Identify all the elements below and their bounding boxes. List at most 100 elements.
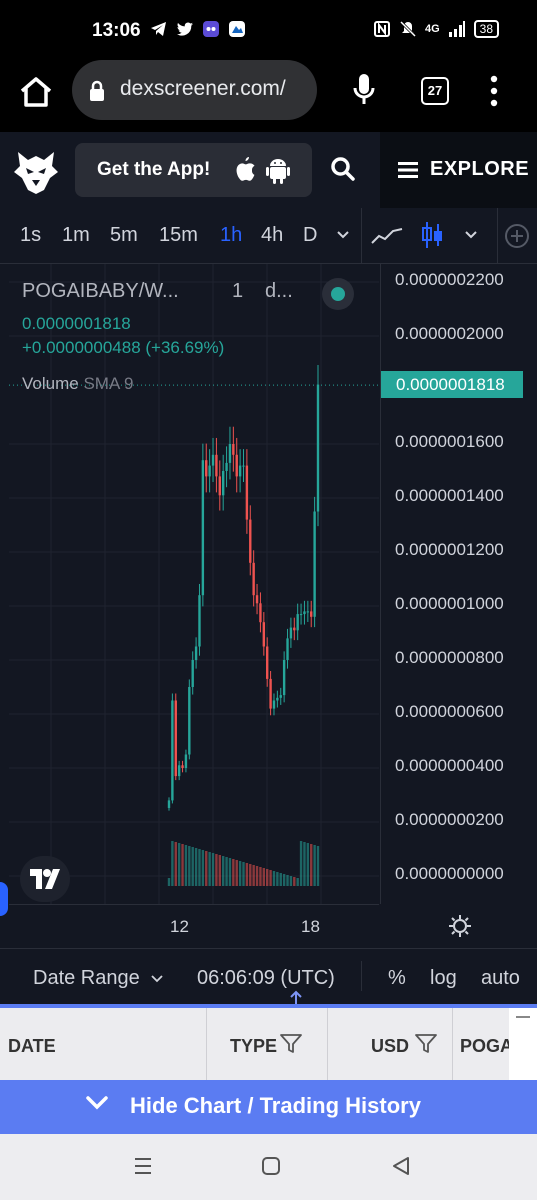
price-tick: 0.0000001600	[395, 432, 504, 451]
bottom-divider	[361, 961, 362, 991]
volume-bar	[252, 865, 255, 886]
tab-switcher-button[interactable]: 27	[421, 77, 449, 105]
price-tick: 0.0000000000	[395, 864, 504, 883]
hide-chart-button[interactable]: Hide Chart / Trading History	[0, 1080, 537, 1134]
explore-button[interactable]: EXPLORE	[380, 132, 537, 208]
timeframe-1d[interactable]: D	[303, 224, 317, 247]
table-scroll-area[interactable]	[509, 1008, 537, 1080]
telegram-icon	[151, 22, 166, 36]
timeframe-4h[interactable]: 4h	[261, 224, 283, 247]
status-bar: 13:06 4G 38	[0, 0, 537, 60]
percent-scale-toggle[interactable]: %	[388, 967, 406, 990]
mute-icon	[399, 20, 417, 38]
search-icon[interactable]	[330, 156, 356, 182]
column-divider	[206, 1008, 207, 1080]
candle-body	[289, 627, 293, 639]
column-usd[interactable]: USD	[371, 1036, 409, 1057]
candle-body	[235, 454, 238, 477]
volume-bar	[188, 846, 191, 886]
hamburger-icon	[398, 162, 418, 178]
price-tick: 0.0000001200	[395, 540, 504, 559]
toolbar-divider	[361, 208, 362, 264]
candle-body	[316, 384, 320, 512]
url-bar[interactable]: dexscreener.com/	[72, 60, 317, 120]
volume-bar	[171, 841, 174, 886]
volume-bar	[194, 848, 198, 886]
utc-clock[interactable]: 06:06:09 (UTC)	[197, 967, 335, 990]
candle-body	[177, 765, 181, 777]
log-scale-toggle[interactable]: log	[430, 967, 457, 990]
timeframe-1h[interactable]: 1h	[220, 224, 242, 247]
candle-body	[266, 646, 269, 679]
price-tick: 0.0000001400	[395, 486, 504, 505]
volume-bar	[262, 868, 266, 886]
volume-sma: SMA 9	[83, 374, 134, 393]
filter-icon[interactable]	[280, 1034, 302, 1054]
home-nav-icon[interactable]	[261, 1156, 281, 1176]
candle-body	[201, 460, 205, 596]
candle-body	[205, 460, 208, 477]
date-range-button[interactable]: Date Range	[33, 967, 163, 990]
timeframe-1s[interactable]: 1s	[20, 224, 41, 247]
drawing-tools-toggle[interactable]	[0, 882, 8, 916]
volume-bar	[198, 849, 201, 886]
volume-label[interactable]: Volume SMA 9	[22, 374, 134, 394]
candle-body	[184, 754, 188, 768]
price-tick: 0.0000002000	[395, 324, 504, 343]
candlestick-icon[interactable]	[421, 220, 445, 250]
candle-body	[249, 519, 252, 563]
volume-bar	[208, 852, 211, 886]
candle-body	[221, 471, 225, 496]
candle-body	[306, 611, 310, 613]
candle-body	[269, 678, 272, 709]
dexscreener-logo-icon[interactable]	[14, 148, 58, 194]
lock-icon	[90, 80, 104, 101]
chart-settings-icon[interactable]	[448, 914, 472, 938]
back-icon[interactable]	[391, 1156, 411, 1176]
candle-body	[252, 562, 255, 596]
android-icon	[266, 159, 290, 184]
volume-bar	[266, 869, 269, 886]
candle-body	[286, 638, 289, 660]
last-price-label: 0.0000001818	[381, 371, 523, 398]
candle-body	[262, 622, 266, 647]
price-tick: 0.0000001000	[395, 594, 504, 613]
recent-apps-icon[interactable]	[133, 1156, 153, 1176]
add-indicator-icon[interactable]	[504, 223, 530, 249]
microphone-icon[interactable]	[350, 72, 378, 108]
volume-bar	[167, 878, 171, 886]
timeframe-5m[interactable]: 5m	[110, 224, 138, 247]
volume-bar	[282, 874, 286, 886]
volume-bar	[303, 842, 306, 886]
price-chart[interactable]	[9, 264, 379, 904]
column-type[interactable]: TYPE	[230, 1036, 277, 1057]
price-axis[interactable]: 0.0000002200 0.0000002000 0.0000001600 0…	[380, 264, 537, 937]
candle-body	[232, 444, 235, 455]
column-token[interactable]: POGA	[460, 1036, 513, 1057]
volume-bar	[181, 844, 184, 886]
chevron-down-icon	[86, 1096, 108, 1110]
scroll-indicator	[516, 1016, 530, 1018]
filter-icon[interactable]	[415, 1034, 437, 1054]
column-date[interactable]: DATE	[8, 1036, 56, 1057]
timeframe-15m[interactable]: 15m	[159, 224, 198, 247]
home-icon[interactable]	[18, 74, 54, 110]
price-tick: 0.0000000200	[395, 810, 504, 829]
get-the-app-button[interactable]: Get the App!	[75, 143, 312, 197]
candle-body	[303, 611, 306, 615]
tradingview-logo[interactable]	[20, 856, 70, 902]
price-tick: 0.0000000400	[395, 756, 504, 775]
chevron-down-icon[interactable]	[336, 230, 350, 240]
candle-body	[194, 646, 198, 660]
auto-scale-toggle[interactable]: auto	[481, 967, 520, 990]
candle-body	[279, 695, 282, 698]
toolbar-divider-2	[497, 208, 498, 264]
chart-type-chevron-icon[interactable]	[464, 230, 478, 240]
time-axis[interactable]: 12 18	[9, 904, 379, 948]
pair-symbol[interactable]: POGAIBABY/W...	[22, 280, 179, 303]
timeframe-1m[interactable]: 1m	[62, 224, 90, 247]
more-menu-icon[interactable]	[484, 74, 504, 108]
chart-bottom-bar: Date Range 06:06:09 (UTC) % log auto	[0, 948, 537, 1004]
volume-bar	[238, 861, 242, 886]
line-chart-icon[interactable]	[371, 226, 403, 246]
